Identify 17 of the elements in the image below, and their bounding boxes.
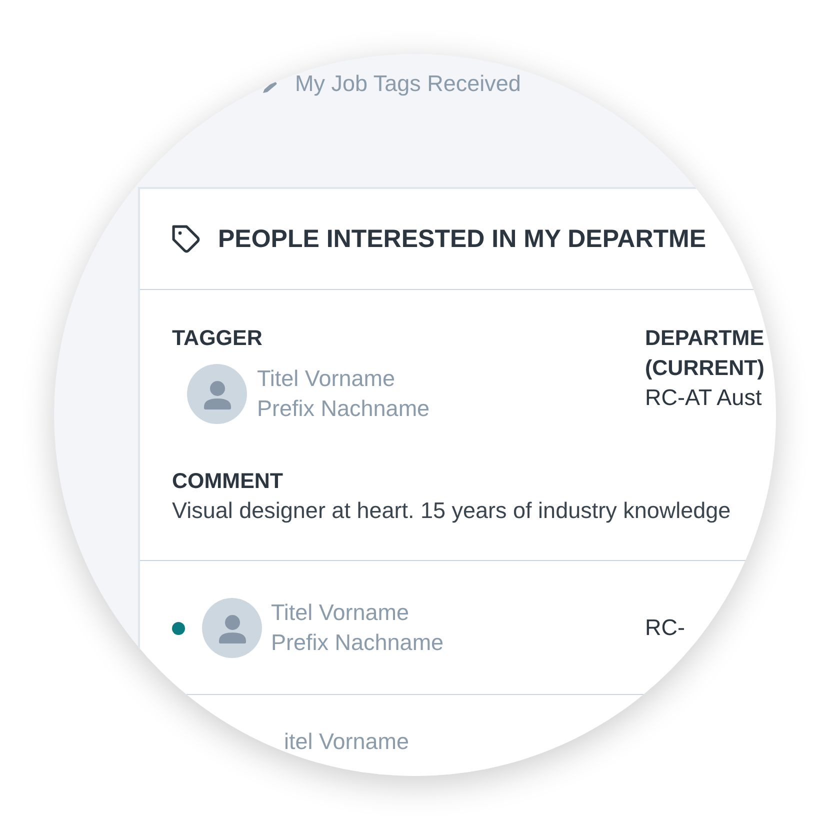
comment-text: Visual designer at heart. 15 years of industry knowledge xyxy=(172,497,732,525)
avatar-icon xyxy=(202,598,262,658)
comment-label: COMMENT xyxy=(172,468,284,495)
person-name: Titel Vorname xyxy=(257,365,395,393)
avatar-icon xyxy=(187,364,247,424)
person-name: itel Vorname xyxy=(284,728,410,756)
person-name: Prefix Nachname xyxy=(271,629,444,657)
card-title: PEOPLE INTERESTED IN MY DEPARTME xyxy=(218,224,706,254)
tag-icon xyxy=(172,225,200,253)
nav-link[interactable]: My Job Tags Received xyxy=(295,69,521,99)
person-name: Prefix Nachname xyxy=(257,395,430,423)
pencil-icon xyxy=(263,81,277,93)
department-value: RC- xyxy=(645,614,686,642)
person-name: Titel Vorname xyxy=(271,599,409,627)
department-value: RC-AT Aust xyxy=(645,384,763,412)
column-label: DEPARTME (CURRENT) xyxy=(645,325,766,382)
column-label: TAGGER xyxy=(172,325,264,352)
